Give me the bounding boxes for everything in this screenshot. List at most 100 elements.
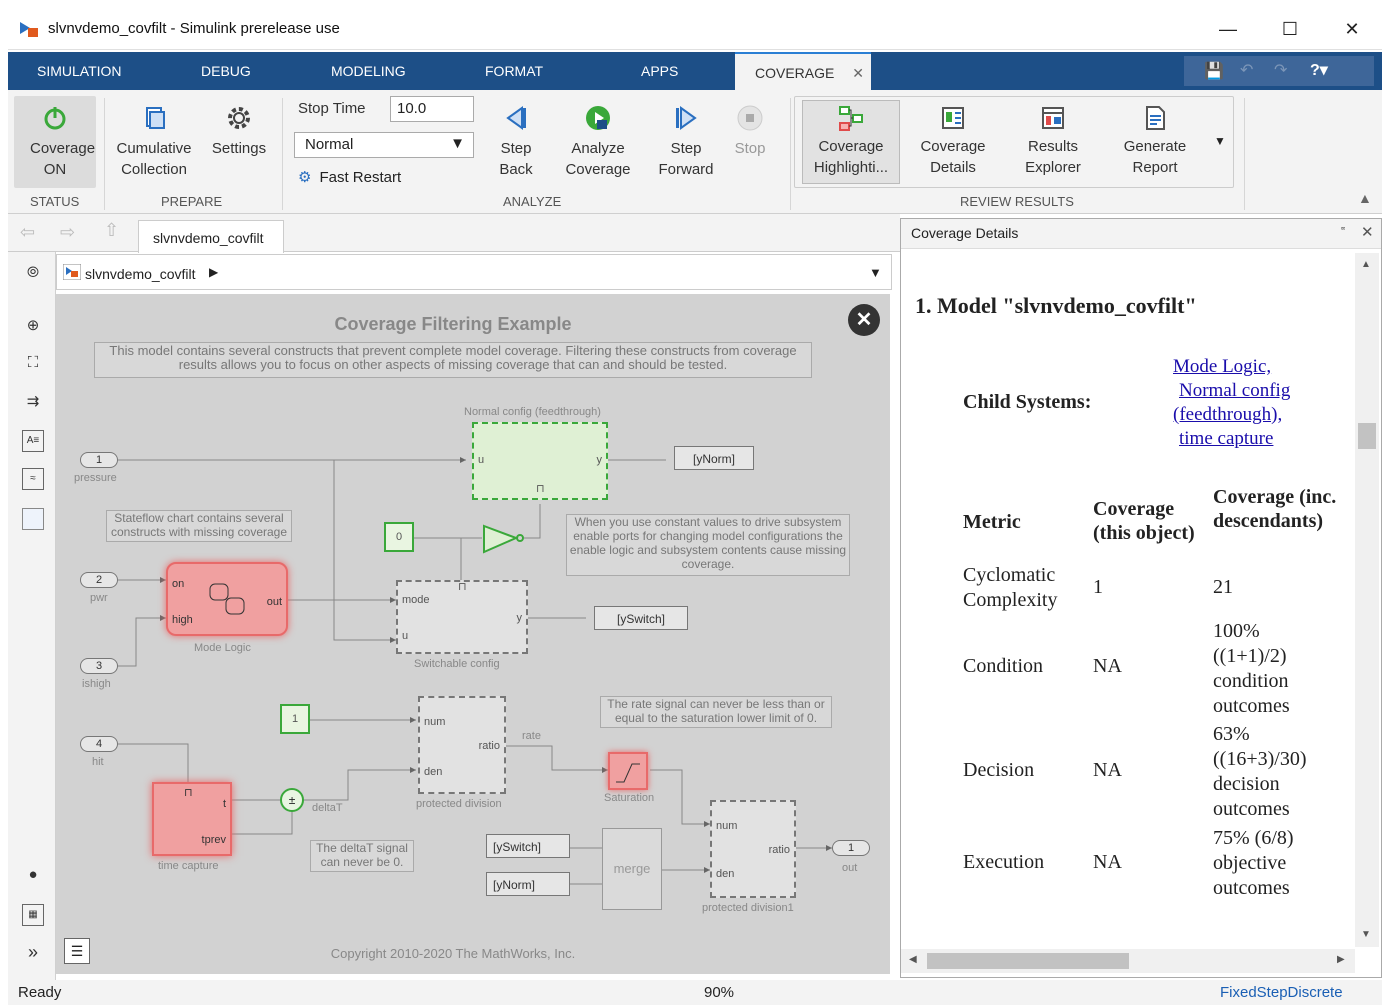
zoom-level: 90% [704, 984, 735, 1001]
tab-coverage[interactable]: COVERAGE ✕ [735, 52, 871, 90]
model-title: Coverage Filtering Example [334, 314, 572, 334]
saturation-label: Saturation [604, 792, 655, 804]
coverage-details-panel: Coverage Details ‟ ✕ 1. Model "slvnvdemo… [900, 218, 1382, 978]
coverage-on-tool[interactable]: Coverage ON [14, 104, 96, 180]
inport-2[interactable]: 2 [80, 572, 118, 588]
scroll-down-icon[interactable]: ▼ [1361, 929, 1371, 940]
inc-execution: 75% (6/8) objective outcomes [1213, 827, 1294, 899]
generate-report-button[interactable]: Generate Report [1108, 104, 1202, 178]
area-icon[interactable] [22, 508, 44, 530]
solver-link[interactable]: FixedStepDiscrete [1220, 984, 1343, 1001]
protected-division1-block[interactable]: num den ratio [710, 800, 796, 898]
chevron-down-icon[interactable]: ▼ [869, 265, 882, 280]
annotation-icon[interactable]: A≡ [22, 430, 44, 452]
mode-logic-label: Mode Logic [194, 642, 251, 654]
from-yswitch[interactable]: [ySwitch] [486, 834, 570, 858]
horizontal-scrollbar[interactable]: ◀ ▶ [901, 949, 1355, 973]
saturation-block[interactable] [608, 752, 648, 790]
settings-button[interactable]: Settings [206, 104, 272, 159]
tab-debug[interactable]: DEBUG [201, 52, 251, 90]
model-browser-toggle-icon[interactable]: ☰ [64, 938, 90, 964]
protected-division-block[interactable]: num den ratio [418, 696, 506, 794]
minimize-button[interactable]: — [1208, 16, 1248, 42]
tab-apps[interactable]: APPS [641, 52, 678, 90]
pin-icon[interactable]: ‟ [1341, 224, 1345, 239]
switchable-config-block[interactable]: mode u y ⊓ [396, 580, 528, 654]
help-icon[interactable]: ?▾ [1310, 60, 1328, 80]
deltat-label: deltaT [312, 802, 343, 814]
outport-1[interactable]: 1 [832, 840, 870, 856]
constant-0-block[interactable]: 0 [384, 522, 414, 552]
up-arrow-icon[interactable]: ⇧ [104, 220, 119, 241]
goto-yswitch[interactable]: [ySwitch] [594, 606, 688, 630]
undo-icon[interactable]: ↶ [1240, 60, 1253, 80]
mode-logic-chart[interactable]: on high out [166, 562, 288, 636]
route-lines-icon[interactable]: ⇉ [22, 392, 44, 414]
stop-time-input[interactable]: 10.0 [390, 96, 474, 122]
status-bar: Ready 90% FixedStepDiscrete [8, 980, 1382, 1005]
inport-4-label: hit [92, 756, 104, 768]
scroll-right-icon[interactable]: ▶ [1337, 954, 1345, 965]
step-forward-button[interactable]: Step Forward [654, 104, 718, 180]
hide-explorer-icon[interactable]: ⦾ [22, 264, 44, 286]
stop-button[interactable]: Stop [726, 104, 774, 159]
link-time-capture[interactable]: time capture [1173, 427, 1323, 451]
tab-format[interactable]: FORMAT [485, 52, 543, 90]
close-window-button[interactable]: ✕ [1332, 16, 1372, 42]
close-canvas-icon[interactable]: ✕ [848, 304, 880, 336]
gear-icon [228, 107, 250, 129]
redo-icon[interactable]: ↷ [1274, 60, 1287, 80]
simulation-mode-select[interactable]: Normal ▼ [294, 132, 474, 158]
breadcrumb-model[interactable]: slvnvdemo_covfilt [85, 266, 196, 282]
inport-4[interactable]: 4 [80, 736, 118, 752]
link-normal-config[interactable]: Normal config [1173, 379, 1323, 403]
inc-decision: 63% ((16+3)/30) decision outcomes [1213, 723, 1307, 820]
coverage-details-button[interactable]: Coverage Details [908, 104, 998, 178]
inport-1[interactable]: 1 [80, 452, 118, 468]
back-arrow-icon[interactable]: ⇦ [20, 222, 35, 243]
scroll-thumb[interactable] [1358, 423, 1376, 449]
close-tab-icon[interactable]: ✕ [852, 65, 864, 81]
collapse-toolstrip-icon[interactable]: ▲ [1358, 190, 1372, 206]
link-mode-logic[interactable]: Mode Logic, [1173, 355, 1323, 379]
merge-block[interactable]: merge [602, 828, 662, 910]
expand-palette-icon[interactable]: » [22, 942, 44, 964]
normal-config-label: Normal config (feedthrough) [464, 406, 601, 418]
cumulative-collection-button[interactable]: Cumulative Collection [108, 104, 200, 180]
coverage-highlighting-tool[interactable]: Coverage Highlighti... [804, 104, 898, 178]
link-feedthrough[interactable]: (feedthrough), [1173, 403, 1323, 427]
analyze-coverage-button[interactable]: Analyze Coverage [560, 104, 636, 180]
h-scroll-thumb[interactable] [927, 953, 1129, 969]
details-icon [942, 107, 964, 129]
model-tab[interactable]: slvnvdemo_covfilt [138, 220, 284, 253]
image-icon[interactable]: ≈ [22, 468, 44, 490]
gallery-expand-icon[interactable]: ▼ [1214, 134, 1226, 148]
inport-3[interactable]: 3 [80, 658, 118, 674]
fast-restart-toggle[interactable]: ⚙ Fast Restart [298, 168, 401, 186]
scroll-up-icon[interactable]: ▲ [1361, 259, 1371, 270]
results-explorer-button[interactable]: Results Explorer [1008, 104, 1098, 178]
tab-simulation[interactable]: SIMULATION [37, 52, 122, 90]
tab-modeling[interactable]: MODELING [331, 52, 406, 90]
fit-view-icon[interactable]: ⛶ [22, 354, 44, 376]
stop-label: Stop [734, 140, 766, 157]
chevron-right-icon[interactable]: ▶ [209, 265, 218, 279]
not-block[interactable] [482, 524, 526, 554]
from-ynorm[interactable]: [yNorm] [486, 872, 570, 896]
maximize-button[interactable]: ☐ [1270, 16, 1310, 42]
divider [1244, 98, 1245, 210]
camera-icon[interactable]: ● [22, 866, 44, 888]
scroll-left-icon[interactable]: ◀ [909, 954, 917, 965]
close-panel-icon[interactable]: ✕ [1361, 223, 1374, 241]
vertical-scrollbar[interactable]: ▲ ▼ [1355, 253, 1379, 947]
goto-ynorm[interactable]: [yNorm] [674, 446, 754, 470]
sum-block[interactable]: ± [280, 788, 304, 812]
zoom-icon[interactable]: ⊕ [22, 316, 44, 338]
normal-config-block[interactable]: u y ⊓ [472, 422, 608, 500]
model-browser-icon[interactable]: ▦ [22, 904, 44, 926]
constant-1-block[interactable]: 1 [280, 704, 310, 734]
forward-arrow-icon[interactable]: ⇨ [60, 222, 75, 243]
time-capture-block[interactable]: t tprev ⊓ [152, 782, 232, 856]
step-back-button[interactable]: Step Back [486, 104, 546, 180]
save-icon[interactable]: 💾 [1204, 61, 1224, 81]
